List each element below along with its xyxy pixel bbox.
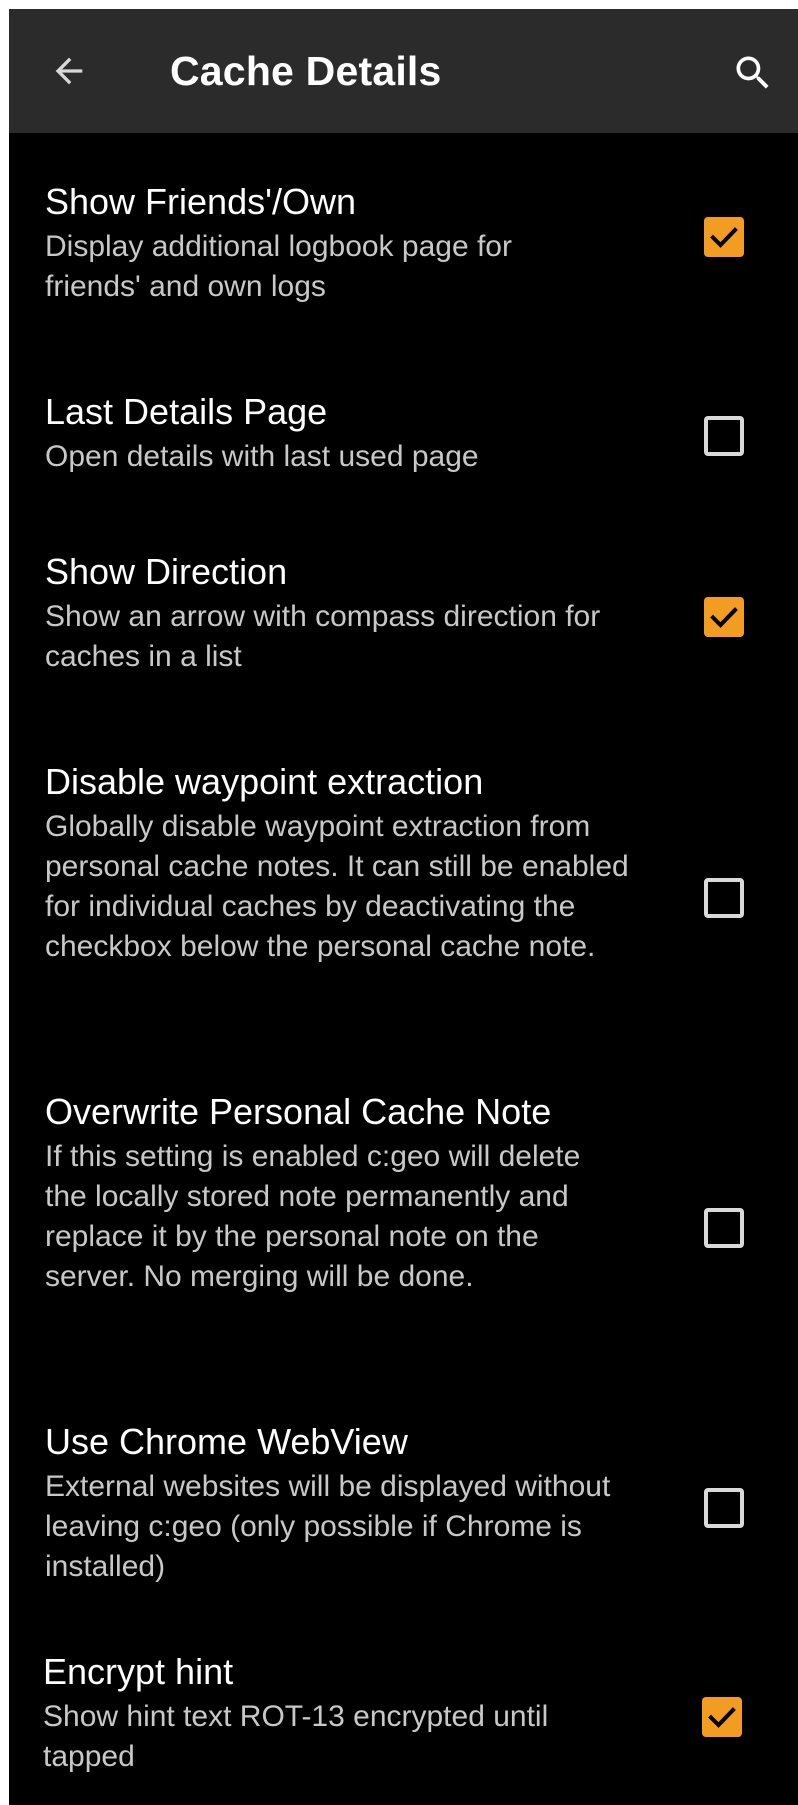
app-bar: Cache Details	[9, 9, 798, 133]
pref-title: Use Chrome WebView	[45, 1421, 408, 1462]
checkmark-icon	[710, 607, 738, 628]
pref-title: Disable waypoint extraction	[45, 761, 484, 802]
last-details-page-checkbox[interactable]	[704, 416, 744, 456]
pref-last-details-page[interactable]: Last Details Page Open details with last…	[9, 349, 798, 489]
settings-screen: Cache Details Show Friends'/Own Display …	[9, 9, 798, 1805]
checkmark-icon	[710, 227, 738, 248]
pref-summary: If this setting is enabled c:geo will de…	[45, 1140, 581, 1293]
page-title: Cache Details	[170, 48, 442, 94]
search-button[interactable]	[723, 43, 783, 103]
pref-title: Last Details Page	[45, 391, 328, 432]
pref-overwrite-personal-cache-note[interactable]: Overwrite Personal Cache Note If this se…	[9, 1049, 798, 1359]
checkmark-icon	[708, 1707, 736, 1728]
show-direction-checkbox[interactable]	[704, 597, 744, 637]
pref-summary: External websites will be displayed with…	[45, 1470, 611, 1583]
pref-summary: Display additional logbook page for frie…	[45, 230, 512, 303]
pref-summary: Open details with last used page	[45, 440, 479, 473]
pref-title: Show Friends'/Own	[45, 181, 356, 222]
pref-summary: Show hint text ROT-13 encrypted until ta…	[43, 1700, 549, 1773]
pref-summary: Globally disable waypoint extraction fro…	[45, 810, 629, 963]
back-button[interactable]	[39, 41, 99, 101]
pref-show-direction[interactable]: Show Direction Show an arrow with compas…	[9, 509, 798, 699]
disable-waypoint-extraction-checkbox[interactable]	[704, 878, 744, 918]
pref-summary: Show an arrow with compass direction for…	[45, 600, 601, 673]
arrow-left-icon	[55, 57, 83, 85]
overwrite-personal-cache-note-checkbox[interactable]	[704, 1208, 744, 1248]
encrypt-hint-checkbox[interactable]	[702, 1697, 742, 1737]
pref-title: Encrypt hint	[43, 1651, 234, 1692]
pref-disable-waypoint-extraction[interactable]: Disable waypoint extraction Globally dis…	[9, 719, 798, 1029]
pref-use-chrome-webview[interactable]: Use Chrome WebView External websites wil…	[9, 1379, 798, 1609]
pref-encrypt-hint[interactable]: Encrypt hint Show hint text ROT-13 encry…	[9, 1629, 798, 1805]
pref-show-friends-own[interactable]: Show Friends'/Own Display additional log…	[9, 139, 798, 329]
show-friends-own-checkbox[interactable]	[704, 217, 744, 257]
pref-title: Overwrite Personal Cache Note	[45, 1091, 552, 1132]
search-icon	[736, 56, 769, 89]
use-chrome-webview-checkbox[interactable]	[704, 1488, 744, 1528]
pref-title: Show Direction	[45, 551, 288, 592]
